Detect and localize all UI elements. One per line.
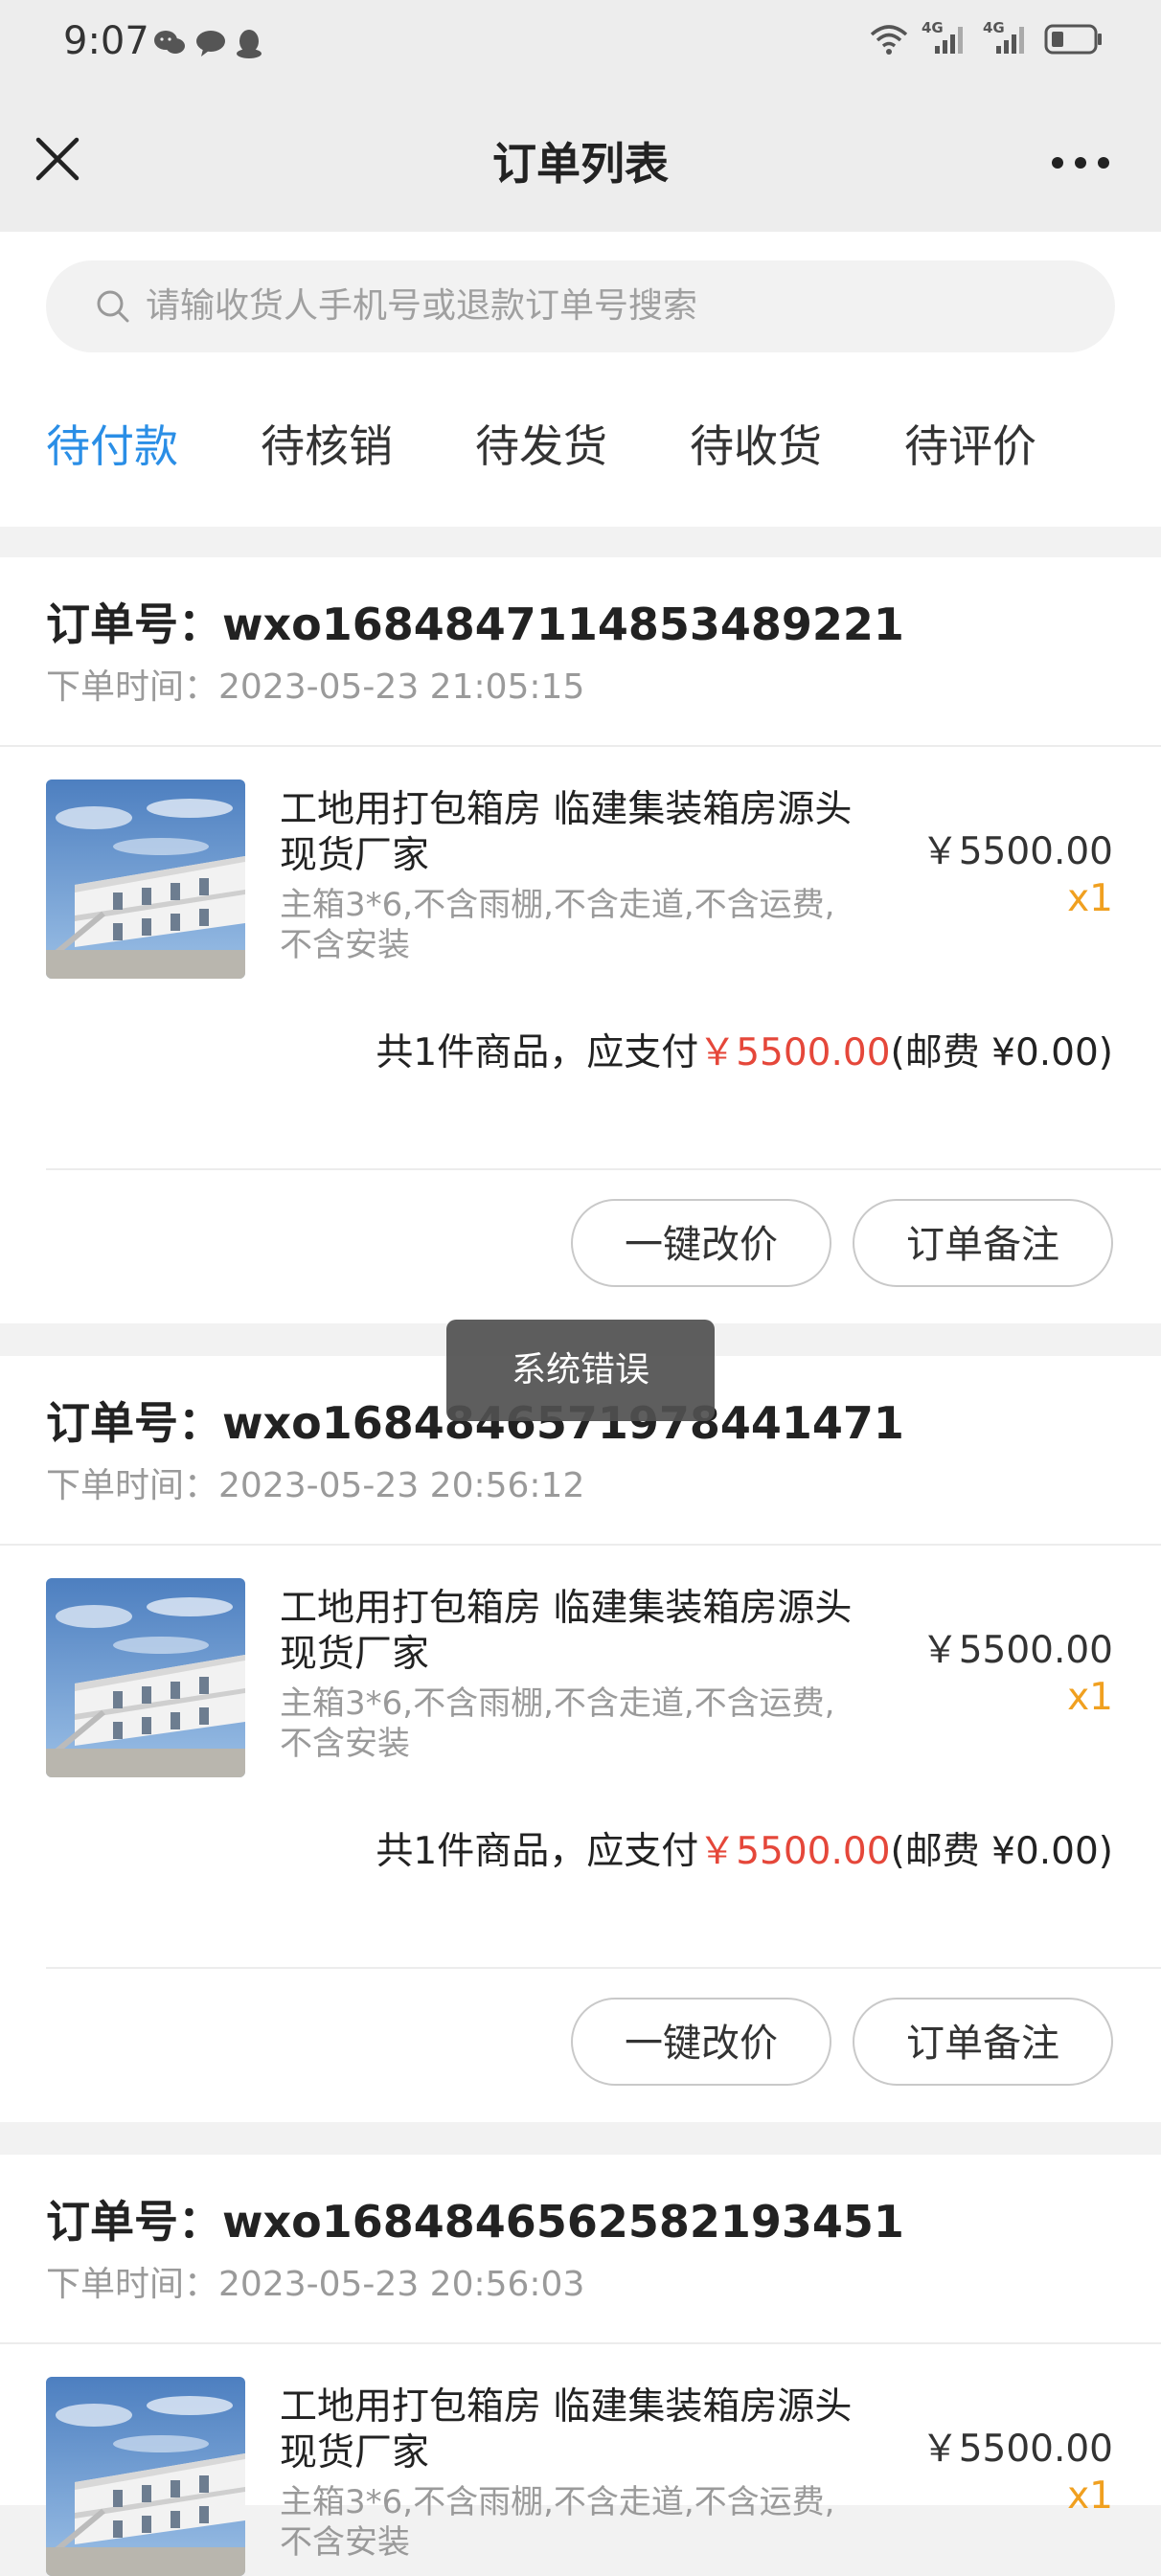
order-note-button[interactable]: 订单备注 <box>853 1998 1113 2086</box>
order-number: 订单号：wxo1684846562582193451 <box>46 2187 904 2250</box>
divider <box>46 1168 1161 1170</box>
divider <box>0 745 1161 747</box>
product-spec: 主箱3*6,不含雨棚,不含走道,不含运费,不含安装 <box>280 1684 835 1763</box>
order-time-value: 2023-05-23 20:56:12 <box>218 1466 585 1505</box>
order-time-label: 下单时间： <box>46 1466 219 1505</box>
order-time-value: 2023-05-23 20:56:03 <box>218 2265 585 2304</box>
order-note-button[interactable]: 订单备注 <box>853 1199 1113 1287</box>
order-time: 下单时间：2023-05-23 20:56:03 <box>46 2256 584 2306</box>
order-number-label: 订单号： <box>46 2196 222 2248</box>
error-toast: 系统错误 <box>446 1320 715 1421</box>
page-title: 订单列表 <box>492 138 669 190</box>
product-name[interactable]: 工地用打包箱房 临建集装箱房源头现货厂家 <box>280 1586 854 1678</box>
order-number: 订单号：wxo1684847114853489221 <box>46 590 904 653</box>
product-name[interactable]: 工地用打包箱房 临建集装箱房源头现货厂家 <box>280 787 854 879</box>
battery-icon <box>1044 24 1102 55</box>
status-time: 9:07 <box>63 19 149 63</box>
order-summary: 共1件商品，应支付￥5500.00(邮费 ¥0.00) <box>376 1821 1113 1875</box>
summary-prefix: 共1件商品，应支付 <box>376 1830 699 1873</box>
wifi-icon <box>870 25 908 55</box>
product-image[interactable] <box>46 1578 245 1777</box>
change-price-button[interactable]: 一键改价 <box>571 1998 831 2086</box>
qq-penguin-icon <box>237 30 262 58</box>
order-time-label: 下单时间： <box>46 667 219 707</box>
search-icon <box>97 290 129 323</box>
order-time: 下单时间：2023-05-23 20:56:12 <box>46 1457 584 1507</box>
status-app-icons <box>153 29 262 59</box>
status-right: 4G 4G <box>870 19 1104 56</box>
summary-amount: ￥5500.00 <box>698 1830 891 1873</box>
divider <box>0 2342 1161 2344</box>
status-bar: 9:07 4G 4G <box>0 0 1161 96</box>
more-icon[interactable] <box>1044 144 1121 182</box>
chat-bubble-icon <box>196 31 225 56</box>
order-summary: 共1件商品，应支付￥5500.00(邮费 ¥0.00) <box>376 1023 1113 1076</box>
order-number-value: wxo1684846562582193451 <box>222 2196 904 2248</box>
product-price: ￥5500.00 <box>921 1629 1113 1672</box>
order-time: 下单时间：2023-05-23 21:05:15 <box>46 659 584 709</box>
product-spec: 主箱3*6,不含雨棚,不含走道,不含运费,不含安装 <box>280 2483 835 2562</box>
product-price: ￥5500.00 <box>921 830 1113 873</box>
divider <box>0 1544 1161 1546</box>
product-quantity: x1 <box>1067 1676 1113 1719</box>
order-time-value: 2023-05-23 21:05:15 <box>218 667 585 707</box>
product-spec: 主箱3*6,不含雨棚,不含走道,不含运费,不含安装 <box>280 886 835 964</box>
status-tabs: 待付款 待核销 待发货 待收货 待评价 <box>0 412 1161 488</box>
summary-amount: ￥5500.00 <box>698 1031 891 1074</box>
summary-shipping: (邮费 ¥0.00) <box>890 1031 1113 1074</box>
product-image[interactable] <box>46 2377 245 2576</box>
tab-pending-ship[interactable]: 待发货 <box>475 412 607 475</box>
order-number-label: 订单号： <box>46 1397 222 1449</box>
product-name[interactable]: 工地用打包箱房 临建集装箱房源头现货厂家 <box>280 2384 854 2476</box>
product-image[interactable] <box>46 780 245 979</box>
order-number-value: wxo1684847114853489221 <box>222 599 904 650</box>
order-card: 订单号：wxo1684847114853489221 下单时间：2023-05-… <box>0 557 1161 1323</box>
tab-pending-payment[interactable]: 待付款 <box>46 412 178 475</box>
tab-pending-receive[interactable]: 待收货 <box>690 412 822 475</box>
product-quantity: x1 <box>1067 2474 1113 2518</box>
signal-icon: 4G <box>922 19 969 56</box>
tab-pending-verify[interactable]: 待核销 <box>261 412 393 475</box>
order-card: 订单号：wxo1684846562582193451 下单时间：2023-05-… <box>0 2155 1161 2505</box>
signal-icon: 4G <box>983 19 1031 56</box>
change-price-button[interactable]: 一键改价 <box>571 1199 831 1287</box>
order-card: 订单号：wxo1684846571978441471 下单时间：2023-05-… <box>0 1356 1161 2122</box>
order-time-label: 下单时间： <box>46 2265 219 2304</box>
search-box[interactable] <box>46 260 1115 352</box>
wechat-icon <box>154 31 185 54</box>
summary-shipping: (邮费 ¥0.00) <box>890 1830 1113 1873</box>
order-number-label: 订单号： <box>46 599 222 650</box>
tab-pending-review[interactable]: 待评价 <box>904 412 1036 475</box>
divider <box>46 1967 1161 1969</box>
search-input[interactable] <box>146 260 1084 352</box>
summary-prefix: 共1件商品，应支付 <box>376 1031 699 1074</box>
product-quantity: x1 <box>1067 877 1113 920</box>
product-price: ￥5500.00 <box>921 2428 1113 2471</box>
